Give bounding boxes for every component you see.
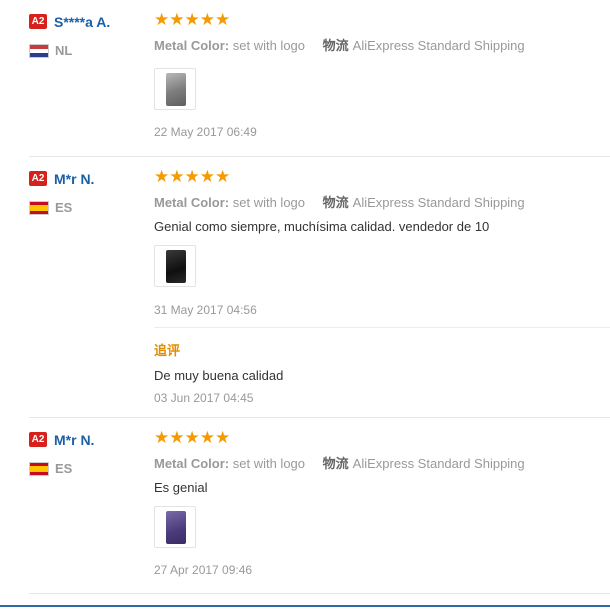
shipping-method: AliExpress Standard Shipping xyxy=(352,456,525,471)
followup-title: 追评 xyxy=(154,343,181,358)
buyer-level-badge: A2 xyxy=(29,171,47,187)
reviewer-name: M*r N. xyxy=(54,431,95,448)
review-photo-thumbnail[interactable] xyxy=(154,506,196,548)
country-code: ES xyxy=(55,200,73,216)
spain-flag-icon xyxy=(29,200,49,215)
order-attributes: Metal Color: set with logo 物流 AliExpress … xyxy=(154,192,525,211)
star-rating: ★★★★★ xyxy=(154,10,231,29)
star-rating: ★★★★★ xyxy=(154,167,231,186)
shipping-method: AliExpress Standard Shipping xyxy=(352,38,525,53)
reviewer-info: A2 M*r N. ES xyxy=(29,170,149,216)
phone-case-photo xyxy=(166,73,186,106)
review-comment: Genial como siempre, muchísima calidad. … xyxy=(154,219,490,234)
followup-comment: De muy buena calidad xyxy=(154,368,284,383)
reviewer-country: NL xyxy=(29,42,149,59)
shipping-label: 物流 xyxy=(322,456,349,471)
followup-date: 03 Jun 2017 04:45 xyxy=(154,391,254,405)
reviewer-info: A2 S****a A. NL xyxy=(29,13,149,59)
review-date: 31 May 2017 04:56 xyxy=(154,303,257,317)
review-item: A2 S****a A. NL ★★★★★ Metal Color: set wi… xyxy=(29,0,610,157)
reviewer-name: M*r N. xyxy=(54,170,95,187)
attribute-value: set with logo xyxy=(232,195,306,210)
review-photo-thumbnail[interactable] xyxy=(154,245,196,287)
shipping-method: AliExpress Standard Shipping xyxy=(352,195,525,210)
review-photo-thumbnail[interactable] xyxy=(154,68,196,110)
attribute-label: Metal Color: xyxy=(154,38,230,53)
phone-case-photo xyxy=(166,250,186,283)
review-item: A2 M*r N. ES ★★★★★ Metal Color: set with … xyxy=(29,418,610,594)
shipping-label: 物流 xyxy=(322,195,349,210)
order-attributes: Metal Color: set with logo 物流 AliExpress … xyxy=(154,453,525,472)
review-date: 22 May 2017 06:49 xyxy=(154,125,257,139)
buyer-level-badge: A2 xyxy=(29,432,47,448)
shipping-label: 物流 xyxy=(322,38,349,53)
spain-flag-icon xyxy=(29,461,49,476)
reviewer-name: S****a A. xyxy=(54,13,111,30)
followup-divider xyxy=(154,327,610,328)
order-attributes: Metal Color: set with logo 物流 AliExpress … xyxy=(154,35,525,54)
attribute-label: Metal Color: xyxy=(154,456,230,471)
bottom-divider xyxy=(0,605,610,611)
buyer-level-badge: A2 xyxy=(29,14,47,30)
reviewer-info: A2 M*r N. ES xyxy=(29,431,149,477)
attribute-value: set with logo xyxy=(232,456,306,471)
review-date: 27 Apr 2017 09:46 xyxy=(154,563,253,577)
reviewer-country: ES xyxy=(29,199,149,216)
country-code: NL xyxy=(55,43,73,59)
attribute-label: Metal Color: xyxy=(154,195,230,210)
netherlands-flag-icon xyxy=(29,43,49,58)
review-comment: Es genial xyxy=(154,480,208,495)
country-code: ES xyxy=(55,461,73,477)
review-item: A2 M*r N. ES ★★★★★ Metal Color: set with … xyxy=(29,157,610,418)
star-rating: ★★★★★ xyxy=(154,428,231,447)
phone-case-photo xyxy=(166,511,186,544)
attribute-value: set with logo xyxy=(232,38,306,53)
reviewer-country: ES xyxy=(29,460,149,477)
